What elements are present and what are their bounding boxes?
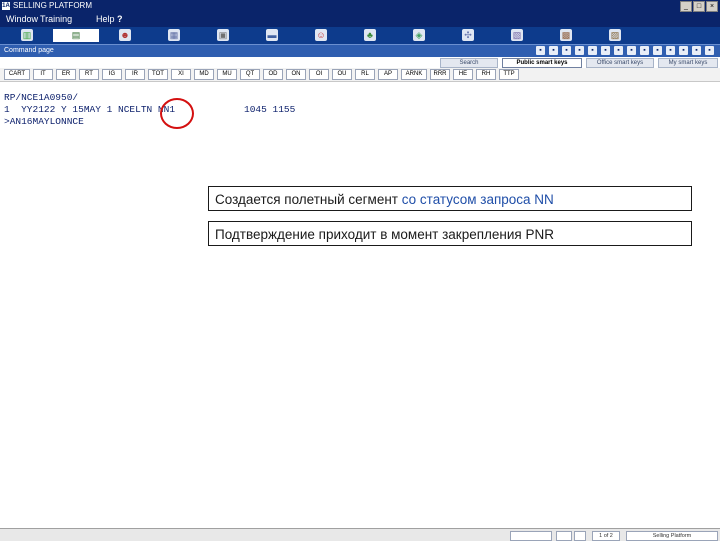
toolbar-button-map[interactable]: ◈	[396, 29, 442, 42]
callout-line-1-highlight: со статусом запроса NN	[401, 192, 554, 207]
terminal-line-2: 1 YY2122 Y 15MAY 1 NCELTN NN1	[4, 104, 176, 115]
smart-keys-bar: Search Public smart keys Office smart ke…	[0, 57, 720, 68]
page-tool-1-icon[interactable]: ▪	[536, 46, 545, 55]
page-tool-7-icon[interactable]: ▪	[614, 46, 623, 55]
page-tool-8-icon[interactable]: ▪	[627, 46, 636, 55]
command-od[interactable]: OD	[263, 69, 283, 80]
command-ir[interactable]: IR	[125, 69, 145, 80]
command-md[interactable]: MD	[194, 69, 214, 80]
command-on[interactable]: ON	[286, 69, 306, 80]
tab-search[interactable]: Search	[440, 58, 498, 68]
toolbar-button-car[interactable]: ▬	[249, 29, 295, 42]
command-ttp[interactable]: TTP	[499, 69, 519, 80]
page-tool-9-icon[interactable]: ▪	[640, 46, 649, 55]
page-header: Command page ▪ ▪ ▪ ▪ ▪ ▪ ▪ ▪ ▪ ▪ ▪ ▪ ▪ ▪	[0, 45, 720, 57]
toolbar-button-book[interactable]: ▥	[4, 29, 50, 42]
command-ap[interactable]: AP	[378, 69, 398, 80]
command-ig[interactable]: IG	[102, 69, 122, 80]
tree-icon: ▣	[217, 29, 229, 41]
help-question-icon: ?	[117, 14, 123, 24]
page-icon: ▤	[70, 29, 82, 41]
report-icon: ▨	[609, 29, 621, 41]
terminal-line-3: >AN16MAYLONNCE	[4, 116, 84, 127]
command-cart[interactable]: CART	[4, 69, 30, 80]
menu-training[interactable]: Training	[40, 12, 72, 27]
page-tool-11-icon[interactable]: ▪	[666, 46, 675, 55]
page-tool-icons: ▪ ▪ ▪ ▪ ▪ ▪ ▪ ▪ ▪ ▪ ▪ ▪ ▪ ▪	[536, 46, 714, 55]
document-icon: ▧	[511, 29, 523, 41]
palm-icon: ♣	[364, 29, 376, 41]
command-oi[interactable]: OI	[309, 69, 329, 80]
command-mu[interactable]: MU	[217, 69, 237, 80]
command-arnk[interactable]: ARNK	[401, 69, 427, 80]
terminal-line-2-times: 1045 1155	[244, 104, 296, 115]
command-rh[interactable]: RH	[476, 69, 496, 80]
app-logo: 1A	[2, 2, 10, 10]
callout-line-1: Создается полетный сегмент со статусом з…	[208, 186, 692, 211]
page-title: Command page	[4, 47, 54, 54]
car-icon: ▬	[266, 29, 278, 41]
page-tool-13-icon[interactable]: ▪	[692, 46, 701, 55]
toolbar-button-page[interactable]: ▤	[53, 29, 99, 42]
maximize-button[interactable]: □	[693, 1, 705, 12]
command-shortcut-bar: CART IT ER RT IG IR TOT XI MD MU QT OD ON OI OU RL AP ARN…	[0, 68, 720, 82]
page-tool-4-icon[interactable]: ▪	[575, 46, 584, 55]
command-rt[interactable]: RT	[79, 69, 99, 80]
terminal-line-1: RP/NCE1A0950/	[4, 92, 79, 103]
window-title-bar: 1A SELLING PLATFORM _ □ ×	[0, 0, 720, 12]
settings-icon: ✣	[462, 29, 474, 41]
tab-office-smart-keys[interactable]: Office smart keys	[586, 58, 654, 68]
window-controls: _ □ ×	[680, 1, 718, 12]
page-tool-5-icon[interactable]: ▪	[588, 46, 597, 55]
tab-public-smart-keys[interactable]: Public smart keys	[502, 58, 582, 68]
close-button[interactable]: ×	[706, 1, 718, 12]
command-it[interactable]: IT	[33, 69, 53, 80]
command-tot[interactable]: TOT	[148, 69, 168, 80]
toolbar-button-report[interactable]: ▨	[592, 29, 638, 42]
status-bar: 1 of 2 Selling Platform	[0, 528, 720, 541]
toolbar-button-document[interactable]: ▧	[494, 29, 540, 42]
menu-help-label: Help	[96, 14, 115, 24]
application-toolbar: ▥ ▤ ☻ ▦ ▣ ▬ ☺ ♣ ◈ ✣ ▧ ▩ ▨	[0, 27, 720, 45]
menu-bar: Window Training Help ?	[0, 12, 720, 27]
toolbar-button-palm[interactable]: ♣	[347, 29, 393, 42]
command-rrr[interactable]: RRR	[430, 69, 450, 80]
page-tool-3-icon[interactable]: ▪	[562, 46, 571, 55]
command-ou[interactable]: OU	[332, 69, 352, 80]
page-tool-2-icon[interactable]: ▪	[549, 46, 558, 55]
toolbar-button-person[interactable]: ☺	[298, 29, 344, 42]
callout-line-2: Подтверждение приходит в момент закрепле…	[208, 221, 692, 246]
toolbar-button-settings[interactable]: ✣	[445, 29, 491, 42]
command-er[interactable]: ER	[56, 69, 76, 80]
map-icon: ◈	[413, 29, 425, 41]
agent-icon: ☻	[119, 29, 131, 41]
page-tool-6-icon[interactable]: ▪	[601, 46, 610, 55]
highlight-circle	[160, 98, 194, 129]
toolbar-button-contacts[interactable]: ▦	[151, 29, 197, 42]
page-tool-10-icon[interactable]: ▪	[653, 46, 662, 55]
terminal-output[interactable]: RP/NCE1A0950/ 1 YY2122 Y 15MAY 1 NCELTN …	[4, 92, 295, 152]
toolbar-button-agent[interactable]: ☻	[102, 29, 148, 42]
tab-my-smart-keys[interactable]: My smart keys	[658, 58, 718, 68]
callout-line-1-start: Создается полетный сегмент	[215, 192, 402, 207]
menu-window[interactable]: Window	[6, 12, 38, 27]
command-qt[interactable]: QT	[240, 69, 260, 80]
toolbar-button-tree[interactable]: ▣	[200, 29, 246, 42]
window-title: SELLING PLATFORM	[13, 1, 92, 10]
page-tool-12-icon[interactable]: ▪	[679, 46, 688, 55]
person-icon: ☺	[315, 29, 327, 41]
briefcase-icon: ▩	[560, 29, 572, 41]
contacts-icon: ▦	[168, 29, 180, 41]
toolbar-button-briefcase[interactable]: ▩	[543, 29, 589, 42]
command-xi[interactable]: XI	[171, 69, 191, 80]
book-icon: ▥	[21, 29, 33, 41]
menu-help[interactable]: Help ?	[96, 12, 123, 27]
command-rl[interactable]: RL	[355, 69, 375, 80]
command-he[interactable]: HE	[453, 69, 473, 80]
callout: Создается полетный сегмент со статусом з…	[208, 186, 692, 246]
minimize-button[interactable]: _	[680, 1, 692, 12]
page-tool-14-icon[interactable]: ▪	[705, 46, 714, 55]
